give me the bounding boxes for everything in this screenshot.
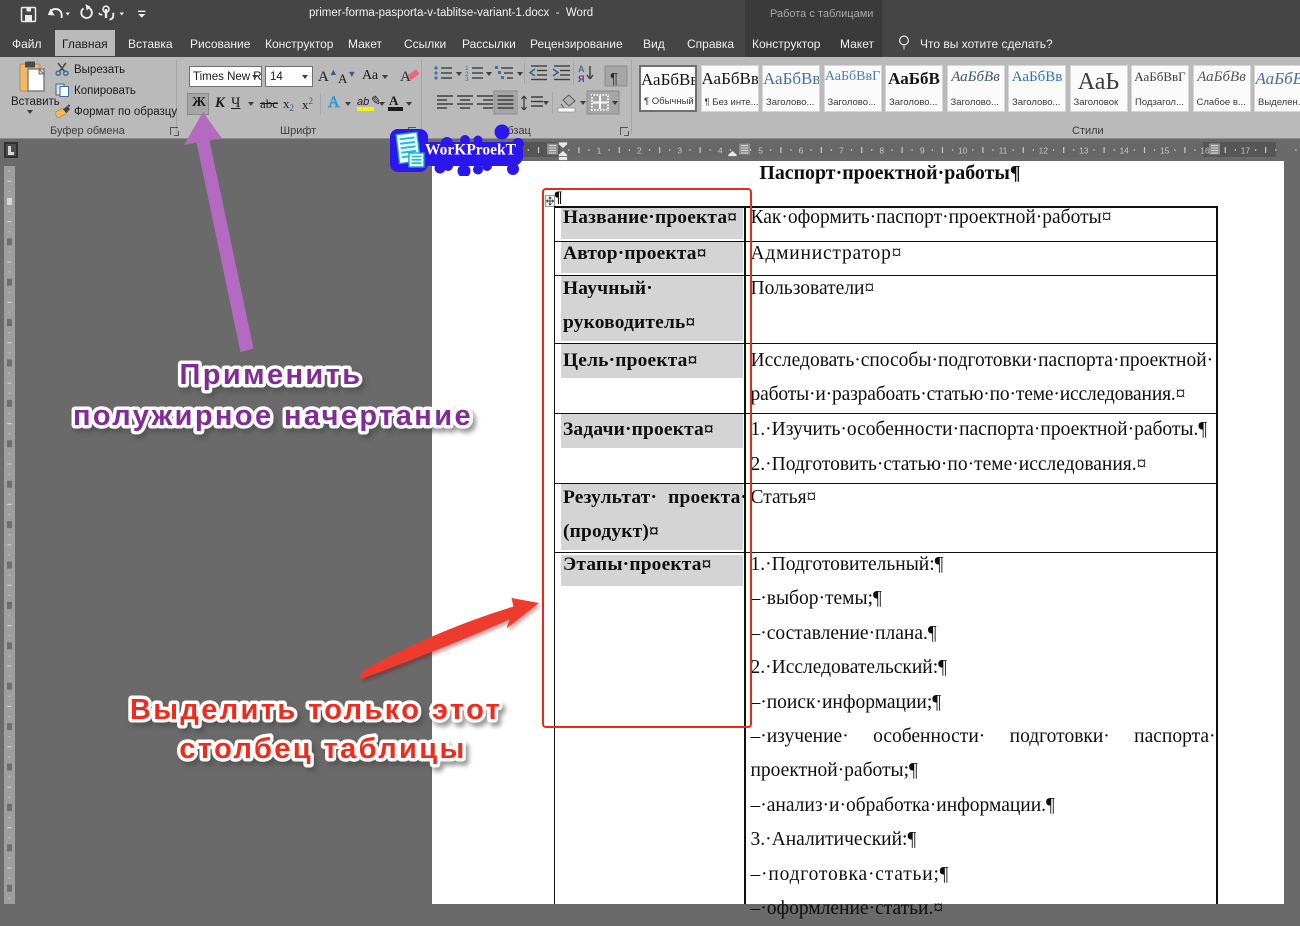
svg-text:3: 3 <box>465 76 469 83</box>
svg-text:1: 1 <box>597 146 602 156</box>
svg-text:А: А <box>578 64 585 74</box>
svg-text:10: 10 <box>958 146 968 156</box>
svg-text:15: 15 <box>1160 146 1170 156</box>
svg-text:¶: ¶ <box>610 70 618 87</box>
svg-text:16: 16 <box>1200 146 1210 156</box>
svg-text:Я: Я <box>578 74 584 84</box>
svg-text:13: 13 <box>1079 146 1089 156</box>
svg-text:2: 2 <box>637 146 642 156</box>
svg-text:9: 9 <box>920 146 925 156</box>
svg-text:5: 5 <box>758 146 763 156</box>
svg-text:12: 12 <box>1039 146 1049 156</box>
svg-text:8: 8 <box>879 146 884 156</box>
svg-text:11: 11 <box>999 146 1008 156</box>
svg-text:14: 14 <box>1119 146 1129 156</box>
svg-text:7: 7 <box>839 146 844 156</box>
svg-text:6: 6 <box>799 146 804 156</box>
svg-text:WorKProekT: WorKProekT <box>425 142 517 159</box>
svg-text:3: 3 <box>677 146 682 156</box>
svg-text:4: 4 <box>718 146 723 156</box>
svg-text:17: 17 <box>1241 146 1251 156</box>
